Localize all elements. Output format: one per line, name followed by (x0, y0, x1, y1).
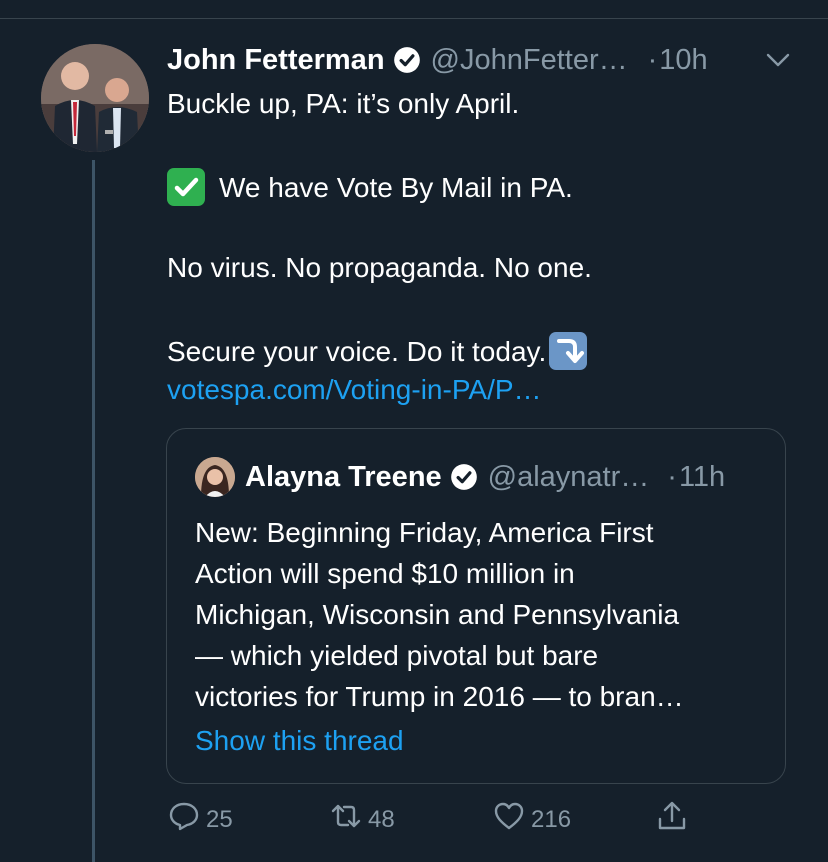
quoted-text-line: Action will spend $10 million in (195, 558, 575, 589)
share-button[interactable] (656, 800, 688, 839)
share-icon (656, 800, 688, 839)
chevron-down-icon[interactable] (766, 50, 790, 70)
separator-dot: · (647, 43, 658, 76)
tweet-text-line: No virus. No propaganda. No one. (167, 252, 592, 283)
quoted-text-line: — which yielded pivotal but bare (195, 640, 599, 671)
quoted-author-handle[interactable]: @alaynatr… (488, 461, 650, 494)
reply-icon (168, 800, 200, 839)
quoted-tweet-card[interactable]: Alayna Treene @alaynatr… · 11h New: Begi… (166, 428, 786, 784)
author-handle[interactable]: @JohnFetter… (431, 44, 628, 77)
tweet-text-segment: Secure your voice. Do it today. (167, 336, 547, 367)
quoted-text-line: Michigan, Wisconsin and Pennsylvania (195, 599, 680, 630)
quoted-text-line: victories for Trump in 2016 — to bran… (195, 681, 684, 712)
show-thread-link[interactable]: Show this thread (195, 725, 404, 757)
tweet-header: John Fetterman @JohnFetter… · 10h (167, 40, 708, 80)
tweet-text-line: Buckle up, PA: it’s only April. (167, 88, 520, 119)
thread-connector-line (92, 160, 95, 862)
reply-button[interactable]: 25 (168, 800, 233, 839)
tweet-text-line: We have Vote By Mail in PA. (167, 168, 573, 206)
quoted-text-line: New: Beginning Friday, America First (195, 517, 654, 548)
quoted-author-name[interactable]: Alayna Treene (245, 461, 442, 494)
tweet-time[interactable]: 10h (659, 44, 707, 77)
reply-count: 25 (206, 805, 233, 833)
retweet-button[interactable]: 48 (330, 800, 395, 839)
verified-badge-icon (393, 46, 421, 74)
separator-dot: · (667, 460, 677, 493)
like-button[interactable]: 216 (493, 800, 571, 839)
tweet-text-segment: We have Vote By Mail in PA. (219, 172, 573, 203)
like-count: 216 (531, 805, 572, 833)
tweet-link[interactable]: votespa.com/Voting-in-PA/P… (167, 372, 542, 408)
author-avatar[interactable] (41, 44, 149, 152)
tweet-text-line: Secure your voice. Do it today. (167, 332, 588, 370)
quoted-tweet-header: Alayna Treene @alaynatr… · 11h (245, 457, 725, 497)
verified-badge-icon (450, 463, 478, 491)
check-mark-emoji-icon (167, 168, 205, 206)
arrow-down-right-emoji-icon (549, 332, 588, 370)
tweet-action-bar: 25 48 216 (0, 800, 828, 844)
top-divider (0, 18, 828, 19)
quoted-tweet-time[interactable]: 11h (679, 461, 725, 494)
quoted-author-avatar[interactable] (195, 457, 235, 497)
retweet-icon (330, 800, 362, 839)
heart-icon (493, 800, 525, 839)
retweet-count: 48 (368, 805, 395, 833)
author-name[interactable]: John Fetterman (167, 44, 385, 77)
